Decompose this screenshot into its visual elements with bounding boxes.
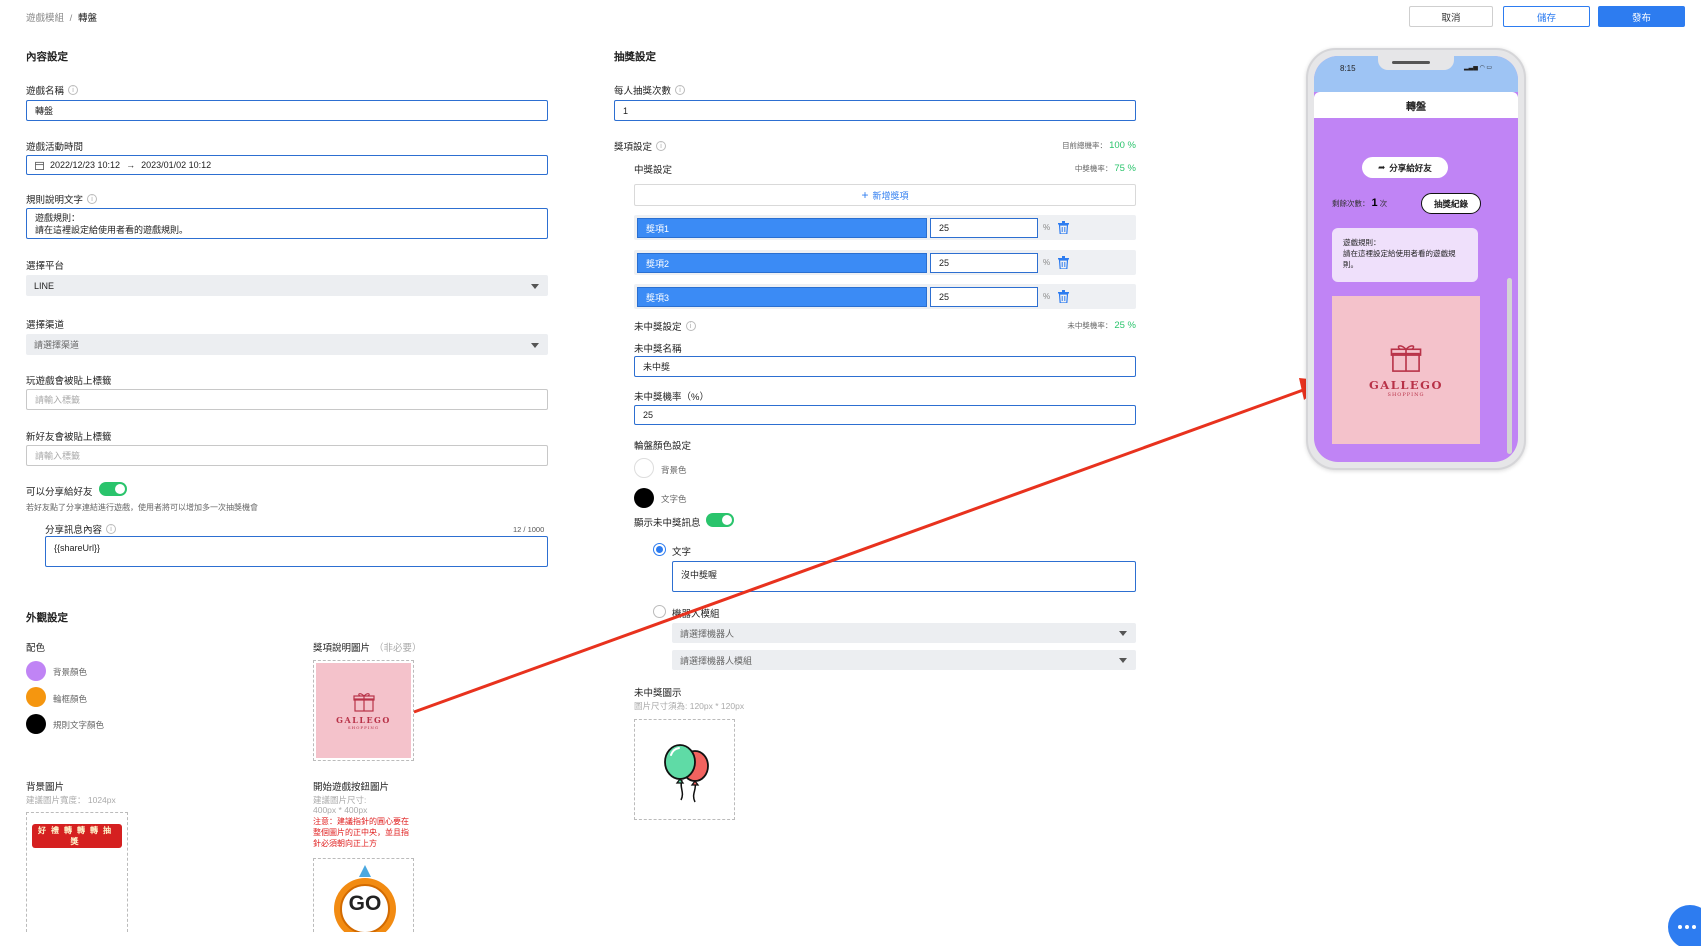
gift-icon bbox=[1390, 344, 1422, 372]
phone-record-button[interactable]: 抽獎紀錄 bbox=[1421, 193, 1481, 214]
phone-share-label: 分享給好友 bbox=[1389, 162, 1432, 173]
phone-gallego-sub: SHOPPING bbox=[1387, 391, 1425, 398]
phone-rules-line-1: 遊戲規則： bbox=[1343, 238, 1381, 247]
phone-share-button[interactable]: ➦ 分享給好友 bbox=[1362, 157, 1448, 178]
phone-remain: 剩餘次數： 1 次 bbox=[1332, 197, 1387, 209]
chat-fab-button[interactable] bbox=[1668, 905, 1701, 946]
phone-screen: 8:15 ▂▃▅ ◠ ▭ 轉盤 ➦ 分享給好友 剩餘次數： 1 次 抽獎紀錄 遊… bbox=[1314, 56, 1518, 462]
phone-remain-unit: 次 bbox=[1379, 199, 1388, 208]
more-dots-icon bbox=[1678, 925, 1696, 929]
phone-status-bar: 8:15 ▂▃▅ ◠ ▭ bbox=[1314, 56, 1518, 92]
share-arrow-icon: ➦ bbox=[1378, 162, 1386, 172]
phone-rules-line-2: 請在這裡設定給使用者看的遊戲規則。 bbox=[1343, 249, 1456, 269]
phone-prize-image: GALLEGO SHOPPING bbox=[1332, 296, 1480, 444]
phone-title: 轉盤 bbox=[1314, 92, 1518, 118]
phone-remain-value: 1 bbox=[1371, 197, 1378, 209]
phone-rules-box: 遊戲規則： 請在這裡設定給使用者看的遊戲規則。 bbox=[1332, 228, 1478, 282]
phone-speaker bbox=[1392, 61, 1430, 64]
phone-scrollbar[interactable] bbox=[1507, 278, 1512, 454]
phone-gallego-name: GALLEGO bbox=[1368, 377, 1444, 392]
phone-remain-label: 剩餘次數： bbox=[1332, 199, 1370, 208]
phone-preview: 8:15 ▂▃▅ ◠ ▭ 轉盤 ➦ 分享給好友 剩餘次數： 1 次 抽獎紀錄 遊… bbox=[1306, 48, 1526, 470]
phone-signal-icon: ▂▃▅ ◠ ▭ bbox=[1464, 65, 1493, 71]
phone-time: 8:15 bbox=[1340, 64, 1356, 73]
